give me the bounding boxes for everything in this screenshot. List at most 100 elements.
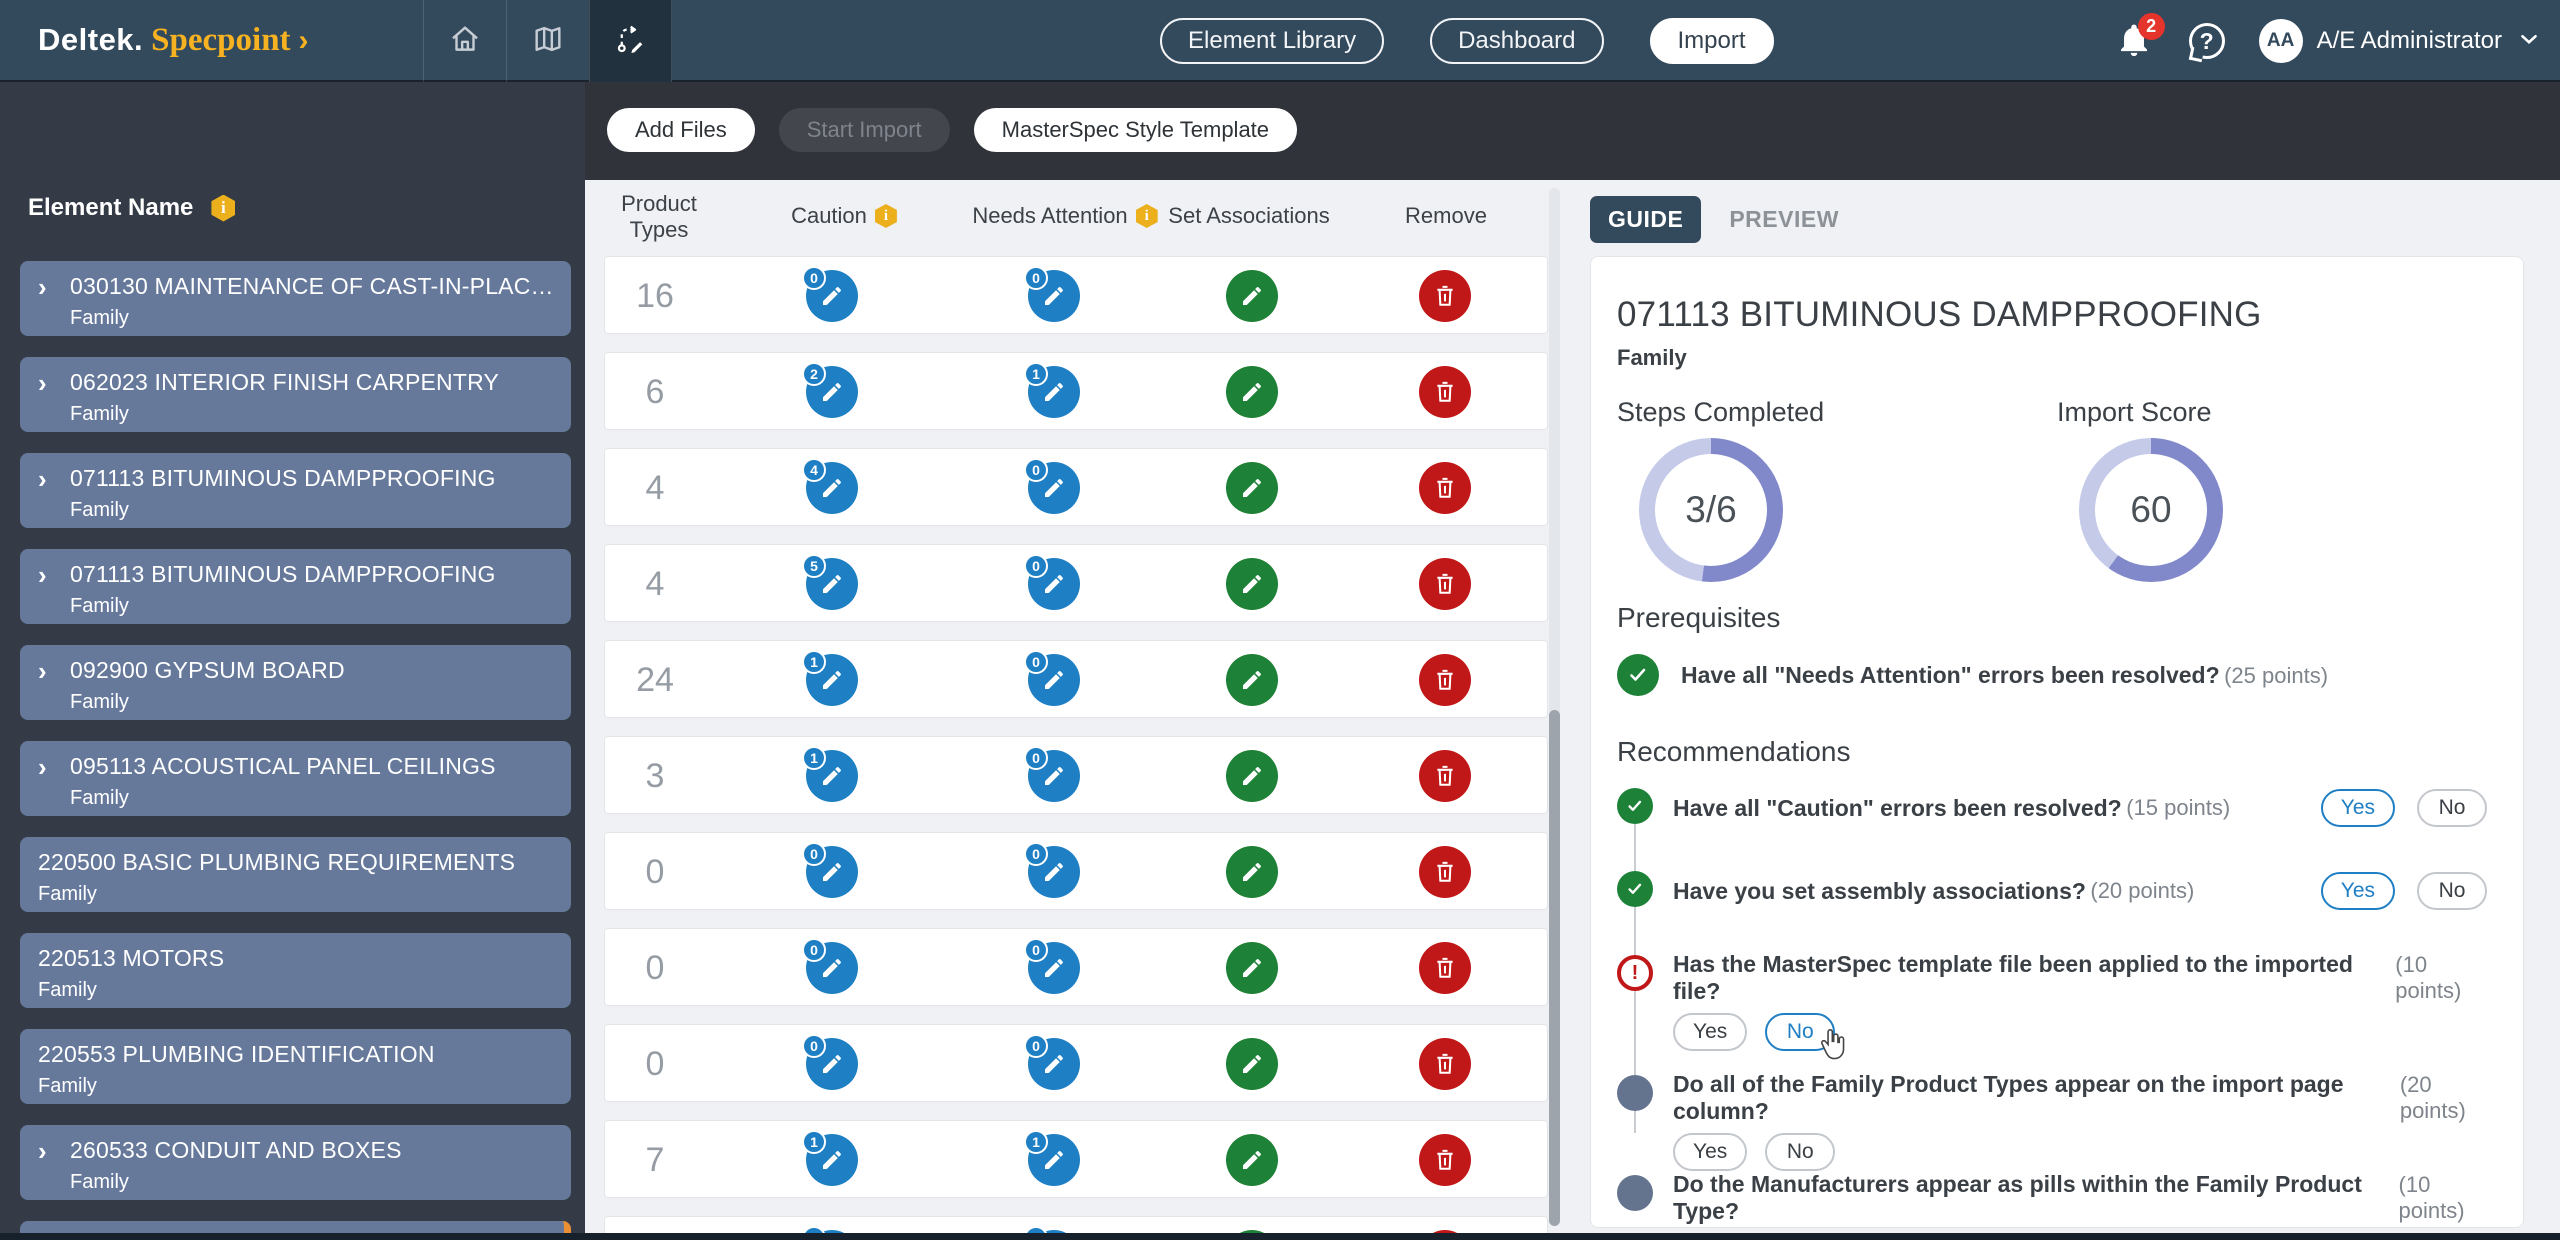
element-name-label: Element Name <box>28 194 194 221</box>
remove-button[interactable] <box>1419 270 1471 322</box>
element-card[interactable]: › 095113 ACOUSTICAL PANEL CEILINGS Famil… <box>20 741 571 816</box>
caution-info-icon[interactable]: i <box>874 204 897 228</box>
needs-attention-edit-button[interactable]: 0 <box>1024 266 1080 322</box>
no-button[interactable]: No <box>2417 789 2487 827</box>
yes-button[interactable]: Yes <box>2320 872 2395 910</box>
chevron-right-icon[interactable]: › <box>38 466 54 492</box>
recommendation-item: Do the Manufacturers appear as pills wit… <box>1617 1171 2497 1227</box>
help-icon[interactable]: ? <box>2188 23 2225 59</box>
needs-attention-count-badge: 0 <box>1024 938 1048 962</box>
set-associations-button[interactable] <box>1226 1038 1278 1090</box>
tab-preview[interactable]: PREVIEW <box>1729 206 1839 233</box>
chevron-right-icon[interactable]: › <box>38 754 54 780</box>
yes-button[interactable]: Yes <box>1673 1133 1748 1171</box>
caution-edit-button[interactable]: 1 <box>802 1130 858 1186</box>
no-button[interactable]: No <box>2417 872 2487 910</box>
needs-attention-edit-button[interactable]: 0 <box>1024 938 1080 994</box>
set-associations-button[interactable] <box>1226 462 1278 514</box>
element-card[interactable]: 220513 MOTORS Family <box>20 933 571 1008</box>
remove-button[interactable] <box>1419 366 1471 418</box>
nav-pill-group: Element Library Dashboard Import <box>1160 18 1774 64</box>
set-associations-button[interactable] <box>1226 942 1278 994</box>
scrollbar-thumb[interactable] <box>1549 710 1560 1226</box>
remove-button[interactable] <box>1419 558 1471 610</box>
needs-attention-edit-button[interactable]: 1 <box>1024 362 1080 418</box>
tab-guide[interactable]: GUIDE <box>1590 196 1702 243</box>
caution-edit-button[interactable]: 0 <box>802 842 858 898</box>
start-import-button[interactable]: Start Import <box>778 108 950 152</box>
caution-edit-button[interactable]: 1 <box>802 650 858 706</box>
chevron-right-icon[interactable]: › <box>38 658 54 684</box>
yes-button[interactable]: Yes <box>2320 789 2395 827</box>
needs-attention-edit-button[interactable]: 0 <box>1024 554 1080 610</box>
column-caution: Caution i <box>754 196 934 236</box>
element-card[interactable]: 220553 PLUMBING IDENTIFICATION Family <box>20 1029 571 1104</box>
remove-button[interactable] <box>1419 846 1471 898</box>
set-associations-button[interactable] <box>1226 654 1278 706</box>
remove-button[interactable] <box>1419 750 1471 802</box>
needs-attention-edit-button[interactable]: 0 <box>1024 746 1080 802</box>
caution-edit-button[interactable]: 0 <box>802 1034 858 1090</box>
caution-edit-button[interactable]: 1 <box>802 746 858 802</box>
masterspec-style-template-button[interactable]: MasterSpec Style Template <box>973 108 1298 152</box>
set-associations-button[interactable] <box>1226 1134 1278 1186</box>
chevron-right-icon[interactable]: › <box>38 562 54 588</box>
table-scrollbar[interactable] <box>1549 188 1560 1226</box>
needs-attention-edit-button[interactable]: 0 <box>1024 842 1080 898</box>
yes-button[interactable]: Yes <box>1673 1013 1748 1051</box>
needs-attention-edit-button[interactable]: 1 <box>1024 1130 1080 1186</box>
element-library-button[interactable]: Element Library <box>1160 18 1385 64</box>
product-types-count: 24 <box>636 660 674 699</box>
map-nav-button[interactable] <box>506 0 589 82</box>
element-card[interactable]: › 092900 GYPSUM BOARD Family <box>20 645 571 720</box>
guide-subtitle: Family <box>1617 345 1687 370</box>
no-button[interactable]: No <box>1765 1013 1845 1060</box>
caution-edit-button[interactable]: 2 <box>802 362 858 418</box>
needs-attention-edit-button[interactable]: 0 <box>1024 1034 1080 1090</box>
import-nav-button[interactable] <box>589 0 672 82</box>
home-nav-button[interactable] <box>423 0 506 82</box>
chevron-right-icon[interactable]: › <box>38 274 54 300</box>
element-card[interactable]: › 062023 INTERIOR FINISH CARPENTRY Famil… <box>20 357 571 432</box>
info-hexagon-icon[interactable]: i <box>211 194 236 222</box>
element-card[interactable]: › 260533 CONDUIT AND BOXES Family <box>20 1125 571 1200</box>
caution-count-badge: 0 <box>802 266 826 290</box>
column-set-associations: Set Associations <box>1159 196 1339 236</box>
caution-edit-button[interactable]: 0 <box>802 266 858 322</box>
element-card[interactable]: › 071113 BITUMINOUS DAMPPROOFING Family <box>20 453 571 528</box>
set-associations-button[interactable] <box>1226 558 1278 610</box>
product-types-count: 0 <box>645 1044 665 1083</box>
import-button[interactable]: Import <box>1649 18 1774 64</box>
element-card[interactable]: › 071113 BITUMINOUS DAMPPROOFING Family <box>20 549 571 624</box>
needs-attention-edit-button[interactable]: 0 <box>1024 650 1080 706</box>
dashboard-button[interactable]: Dashboard <box>1430 18 1604 64</box>
user-menu[interactable]: AA A/E Administrator <box>2258 19 2542 63</box>
brand-logo[interactable]: Deltek. Specpoint › <box>38 22 309 59</box>
set-associations-button[interactable] <box>1226 750 1278 802</box>
add-files-button[interactable]: Add Files <box>607 108 755 152</box>
product-types-count: 0 <box>645 948 665 987</box>
remove-button[interactable] <box>1419 462 1471 514</box>
bottom-scroll-strip[interactable] <box>0 1233 2560 1240</box>
notifications-button[interactable]: 2 <box>2115 13 2165 63</box>
element-card[interactable]: 220500 BASIC PLUMBING REQUIREMENTS Famil… <box>20 837 571 912</box>
set-associations-button[interactable] <box>1226 366 1278 418</box>
remove-button[interactable] <box>1419 942 1471 994</box>
column-product-types: Product Types <box>604 188 714 246</box>
chevron-right-icon[interactable]: › <box>38 370 54 396</box>
remove-button[interactable] <box>1419 654 1471 706</box>
element-card[interactable]: › 030130 MAINTENANCE OF CAST-IN-PLACE CO… <box>20 261 571 336</box>
remove-button[interactable] <box>1419 1038 1471 1090</box>
caution-edit-button[interactable]: 4 <box>802 458 858 514</box>
set-associations-button[interactable] <box>1226 846 1278 898</box>
remove-button[interactable] <box>1419 1134 1471 1186</box>
needs-attention-info-icon[interactable]: i <box>1135 204 1158 228</box>
caution-edit-button[interactable]: 5 <box>802 554 858 610</box>
set-associations-button[interactable] <box>1226 270 1278 322</box>
chevron-right-icon[interactable]: › <box>38 1138 54 1164</box>
caution-edit-button[interactable]: 0 <box>802 938 858 994</box>
needs-attention-edit-button[interactable]: 0 <box>1024 458 1080 514</box>
element-title: 071113 BITUMINOUS DAMPPROOFING <box>70 561 496 587</box>
table-row: 4 5 0 <box>604 544 1548 622</box>
no-button[interactable]: No <box>1765 1133 1836 1171</box>
